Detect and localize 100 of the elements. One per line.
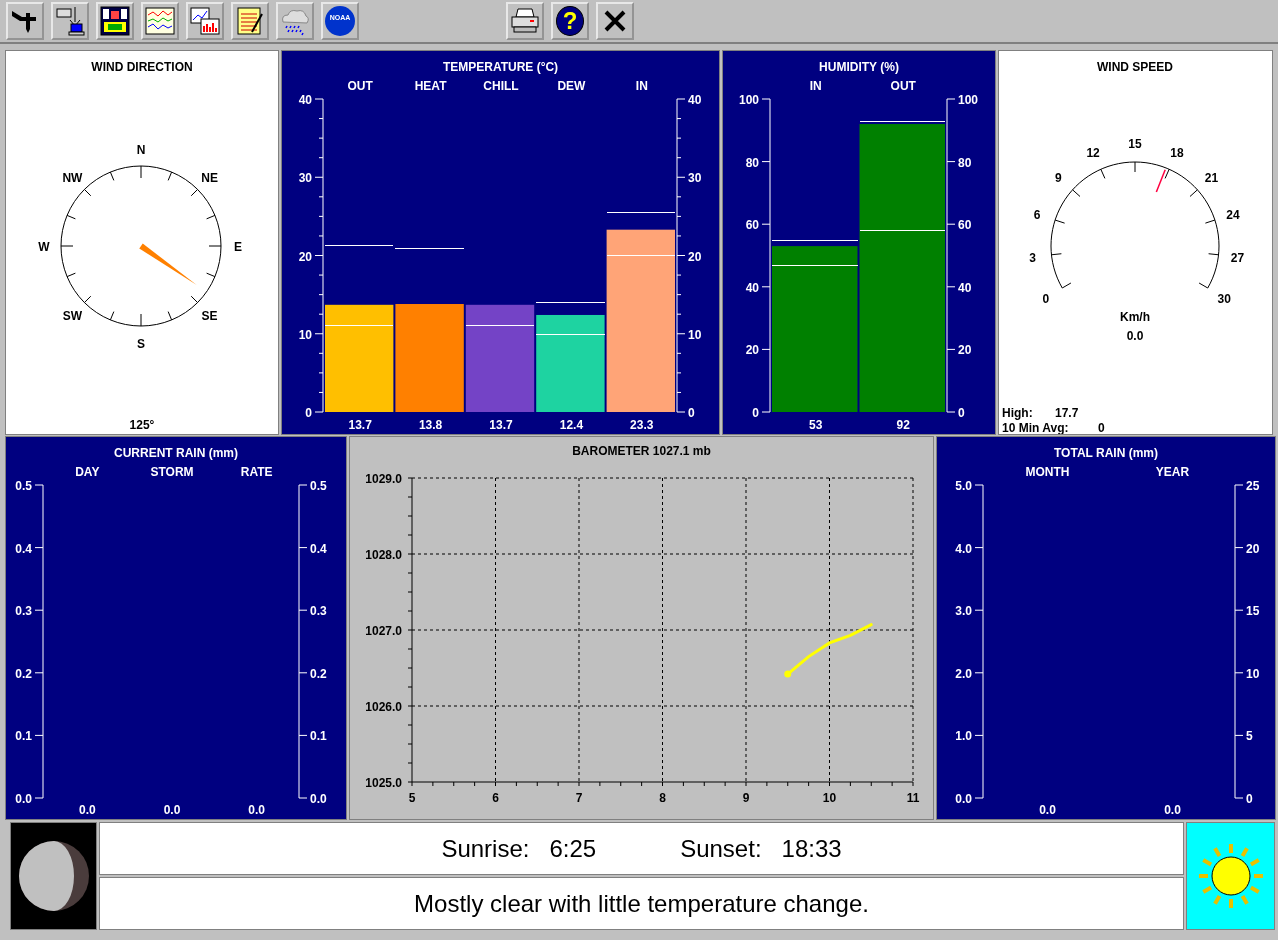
gauge-label: 24 bbox=[1226, 208, 1240, 223]
value-label: 13.8 bbox=[418, 418, 443, 432]
category-label: YEAR bbox=[1155, 465, 1190, 479]
sunrise-time: 6:25 bbox=[549, 834, 597, 863]
tick-label: 0.5 bbox=[15, 479, 32, 493]
sunrise-label: Sunrise: bbox=[441, 834, 530, 863]
value-label: 0.0 bbox=[1039, 803, 1056, 817]
tick-label: 60 bbox=[958, 218, 972, 233]
toolbar-button[interactable] bbox=[231, 2, 269, 40]
tick-label: 0.1 bbox=[15, 729, 32, 744]
tick-label: 3.0 bbox=[955, 604, 972, 619]
tick-label: 1029.0 bbox=[365, 472, 402, 486]
tick-label: 0.2 bbox=[310, 666, 327, 681]
toolbar-button[interactable] bbox=[96, 2, 134, 40]
close-button[interactable] bbox=[596, 2, 634, 40]
chart-title: HUMIDITY (%) bbox=[819, 60, 899, 74]
sunset-label: Sunset: bbox=[680, 834, 762, 863]
moon-phase-icon bbox=[17, 840, 90, 912]
tick-label: 25 bbox=[1246, 479, 1260, 493]
category-label: DAY bbox=[75, 465, 100, 479]
compass-label: NW bbox=[62, 171, 83, 186]
tick-label: 5 bbox=[1246, 729, 1253, 744]
panel-title: WIND SPEED bbox=[1097, 60, 1173, 74]
tick-label: 1.0 bbox=[955, 729, 972, 744]
console-icon bbox=[100, 6, 130, 36]
tick-label: 30 bbox=[688, 171, 702, 186]
category-label: STORM bbox=[150, 465, 194, 479]
average-value: 0 bbox=[1098, 421, 1105, 434]
tick-label: 0 bbox=[958, 406, 965, 420]
tick-label: 40 bbox=[298, 93, 312, 107]
wind-needle bbox=[139, 243, 197, 285]
tick-label: 20 bbox=[958, 343, 972, 358]
compass-label: SE bbox=[201, 308, 218, 323]
tick-label: 0.3 bbox=[15, 604, 32, 619]
tick-label: 40 bbox=[958, 280, 972, 295]
compass-label: NE bbox=[201, 171, 218, 186]
gauge-label: 15 bbox=[1128, 137, 1142, 151]
tick-label: 0.4 bbox=[15, 541, 32, 556]
gauge-label: 9 bbox=[1055, 171, 1062, 186]
gauge-label: 27 bbox=[1230, 250, 1245, 265]
gauge-label: 12 bbox=[1086, 145, 1100, 160]
tick-label: 6 bbox=[492, 791, 499, 805]
print-button[interactable] bbox=[506, 2, 544, 40]
printer-icon bbox=[510, 7, 540, 35]
tick-label: 20 bbox=[745, 343, 759, 358]
compass-label: SW bbox=[62, 308, 83, 323]
chart-title: BAROMETER 1027.1 mb bbox=[572, 444, 711, 458]
value-label: 0.0 bbox=[163, 803, 181, 817]
tick-label: 0.2 bbox=[15, 666, 32, 681]
value-label: 23.3 bbox=[630, 418, 654, 432]
category-label: IN bbox=[635, 79, 648, 93]
wind-speed-reading: 0.0 bbox=[1126, 329, 1144, 343]
chart-title: TOTAL RAIN (mm) bbox=[1054, 446, 1158, 460]
high-marker bbox=[394, 248, 465, 249]
compass-label: S bbox=[137, 337, 145, 351]
value-label: 92 bbox=[896, 418, 910, 432]
category-label: OUT bbox=[347, 79, 373, 93]
tick-label: 20 bbox=[298, 249, 312, 264]
tick-label: 80 bbox=[745, 155, 759, 170]
tick-label: 0 bbox=[752, 406, 759, 420]
chart-title: CURRENT RAIN (mm) bbox=[114, 446, 238, 460]
tick-label: 10 bbox=[1246, 666, 1260, 681]
panel-title: WIND DIRECTION bbox=[91, 60, 193, 74]
high-marker bbox=[606, 212, 676, 213]
compass-label: N bbox=[136, 143, 146, 157]
tick-label: 0.0 bbox=[15, 792, 32, 806]
category-label: OUT bbox=[890, 79, 916, 93]
tick-label: 9 bbox=[742, 791, 750, 805]
average-label: 10 Min Avg: bbox=[1002, 421, 1069, 434]
close-icon bbox=[603, 9, 627, 33]
tick-label: 20 bbox=[688, 249, 702, 264]
tick-label: 0.3 bbox=[310, 604, 327, 619]
category-label: CHILL bbox=[483, 79, 519, 93]
category-label: DEW bbox=[557, 79, 586, 93]
wind-direction-reading: 125° bbox=[129, 418, 155, 432]
toolbar-button[interactable] bbox=[141, 2, 179, 40]
value-label: 13.7 bbox=[489, 418, 513, 432]
tick-label: 0 bbox=[305, 406, 312, 420]
tick-label: 100 bbox=[738, 93, 759, 107]
high-label: High: bbox=[1002, 406, 1033, 420]
tick-label: 5.0 bbox=[955, 479, 972, 493]
toolbar-button[interactable] bbox=[6, 2, 44, 40]
tick-label: 0 bbox=[1246, 792, 1253, 806]
category-label: HEAT bbox=[414, 79, 447, 93]
tick-label: 11 bbox=[906, 791, 920, 805]
tick-label: 1026.0 bbox=[365, 700, 402, 714]
tick-label: 0.0 bbox=[955, 792, 972, 806]
toolbar-button[interactable] bbox=[51, 2, 89, 40]
low-marker bbox=[535, 334, 606, 335]
tick-label: 7 bbox=[575, 791, 583, 805]
unit-label: Km/h bbox=[1120, 310, 1150, 324]
tick-label: 15 bbox=[1246, 604, 1260, 619]
low-marker bbox=[465, 325, 535, 326]
toolbar-button[interactable] bbox=[186, 2, 224, 40]
tick-label: 10 bbox=[688, 327, 702, 342]
low-marker bbox=[324, 325, 394, 326]
low-marker bbox=[606, 255, 676, 256]
gauge-label: 6 bbox=[1033, 208, 1041, 223]
high-marker bbox=[535, 302, 606, 303]
high-value: 17.7 bbox=[1055, 406, 1079, 420]
